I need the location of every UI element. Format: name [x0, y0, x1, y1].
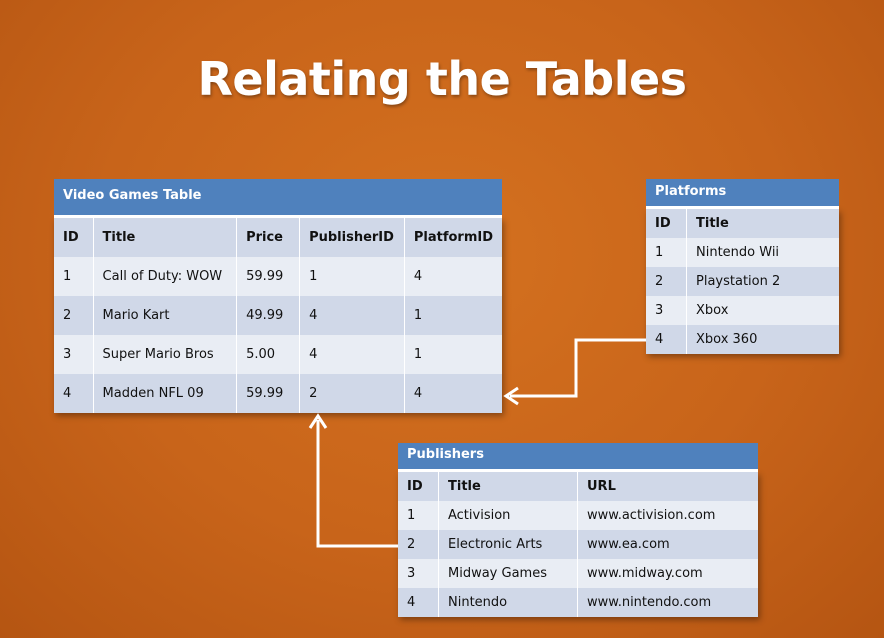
platform-arrow	[510, 338, 646, 398]
relationship-arrows	[308, 338, 646, 548]
publisher-arrow	[316, 420, 398, 548]
